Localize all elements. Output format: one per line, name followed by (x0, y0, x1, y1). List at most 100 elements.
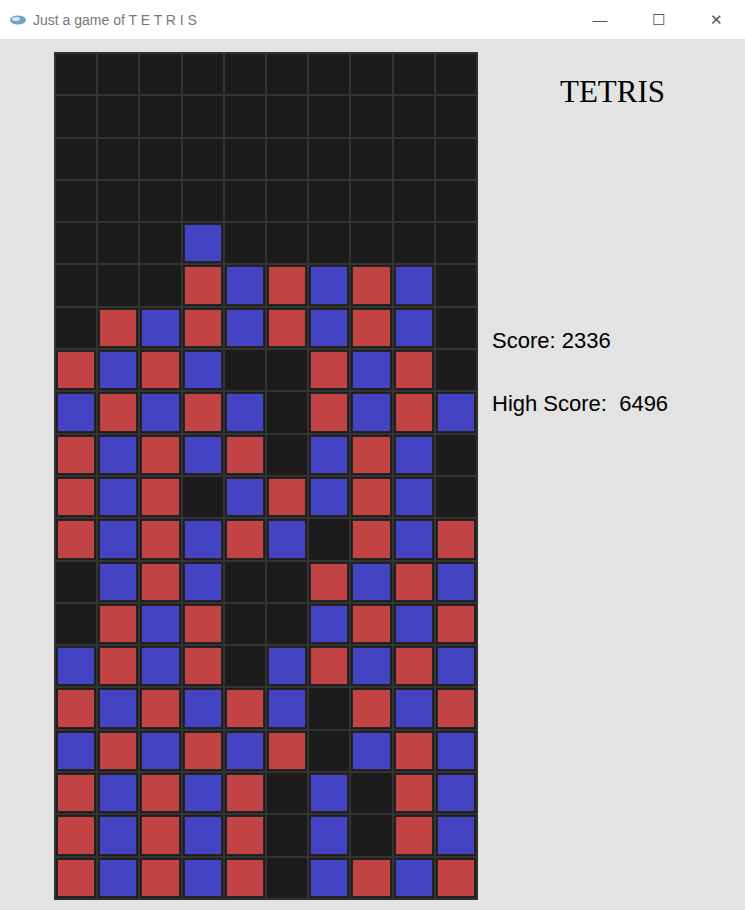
tetris-block (310, 859, 348, 897)
tetris-block (141, 478, 179, 516)
board-cell (224, 603, 266, 645)
tetris-block (141, 436, 179, 474)
board-cell (308, 180, 350, 222)
board-cell (55, 518, 97, 560)
board-cell (182, 264, 224, 306)
board-cell (97, 772, 139, 814)
board-cell (55, 476, 97, 518)
board-cell (266, 518, 308, 560)
board-cell (266, 730, 308, 772)
tetris-block (184, 859, 222, 897)
tetris-block (310, 563, 348, 601)
tetris-block (99, 478, 137, 516)
board-cell (97, 561, 139, 603)
board-cell (97, 95, 139, 137)
board-cell (393, 180, 435, 222)
board-cell (308, 857, 350, 899)
tetris-block (437, 605, 475, 643)
tetris-block (184, 605, 222, 643)
tetris-block (141, 647, 179, 685)
tetris-block (226, 816, 264, 854)
board-cell (308, 264, 350, 306)
board-cell (224, 391, 266, 433)
tetris-block (99, 816, 137, 854)
board-cell (393, 222, 435, 264)
window-control-button[interactable]: — (571, 11, 629, 29)
board-cell (350, 730, 392, 772)
board-cell (266, 645, 308, 687)
board-cell (182, 180, 224, 222)
board-cell (224, 772, 266, 814)
board-cell (139, 814, 181, 856)
tetris-block (99, 309, 137, 347)
board-cell (435, 264, 477, 306)
tetris-block (352, 351, 390, 389)
tetris-block (437, 647, 475, 685)
tetris-block (226, 436, 264, 474)
tetris-block (395, 309, 433, 347)
board-cell (55, 349, 97, 391)
tetris-block (226, 774, 264, 812)
tetris-block (141, 393, 179, 431)
window-control-button[interactable]: ☐ (629, 11, 687, 29)
window-control-button[interactable]: ✕ (687, 11, 745, 29)
tetris-block (310, 605, 348, 643)
board-cell (97, 603, 139, 645)
board-cell (224, 561, 266, 603)
board-cell (393, 645, 435, 687)
board-cell (393, 434, 435, 476)
board-cell (435, 138, 477, 180)
tetris-block (184, 224, 222, 262)
tetris-block (99, 647, 137, 685)
board-cell (266, 307, 308, 349)
tetris-block (268, 309, 306, 347)
board-cell (97, 53, 139, 95)
board-cell (139, 434, 181, 476)
tetris-block (310, 816, 348, 854)
tetris-block (141, 605, 179, 643)
board-cell (182, 772, 224, 814)
board-cell (393, 349, 435, 391)
board-cell (97, 645, 139, 687)
board-cell (393, 518, 435, 560)
board-cell (308, 434, 350, 476)
tetris-block (437, 689, 475, 727)
board-cell (139, 476, 181, 518)
tetris-window: Just a game of T E T R I S—☐✕TETRISScore… (0, 0, 745, 910)
game-heading: TETRIS (560, 74, 668, 110)
board-cell (393, 603, 435, 645)
board-cell (55, 772, 97, 814)
board-cell (308, 518, 350, 560)
tetris-block (310, 351, 348, 389)
tetris-block (310, 478, 348, 516)
board-cell (308, 53, 350, 95)
tetris-block (141, 309, 179, 347)
tetris-block (352, 732, 390, 770)
tetris-block (437, 520, 475, 558)
tetris-block (184, 351, 222, 389)
board-cell (266, 476, 308, 518)
tetris-block (184, 393, 222, 431)
board-cell (308, 772, 350, 814)
score: Score: 2336 (492, 328, 668, 354)
board-cell (224, 180, 266, 222)
board-cell (139, 307, 181, 349)
board-cell (266, 349, 308, 391)
board-cell (435, 730, 477, 772)
board-cell (182, 138, 224, 180)
board-cell (435, 476, 477, 518)
board-cell (435, 391, 477, 433)
board-cell (393, 730, 435, 772)
board-cell (97, 391, 139, 433)
tetris-block (352, 859, 390, 897)
board-cell (55, 53, 97, 95)
tetris-block (437, 393, 475, 431)
tetris-block (352, 393, 390, 431)
tetris-block (99, 520, 137, 558)
board-cell (139, 138, 181, 180)
board-cell (97, 349, 139, 391)
board-cell (55, 138, 97, 180)
tetris-block (226, 266, 264, 304)
board-cell (182, 222, 224, 264)
board-cell (139, 349, 181, 391)
